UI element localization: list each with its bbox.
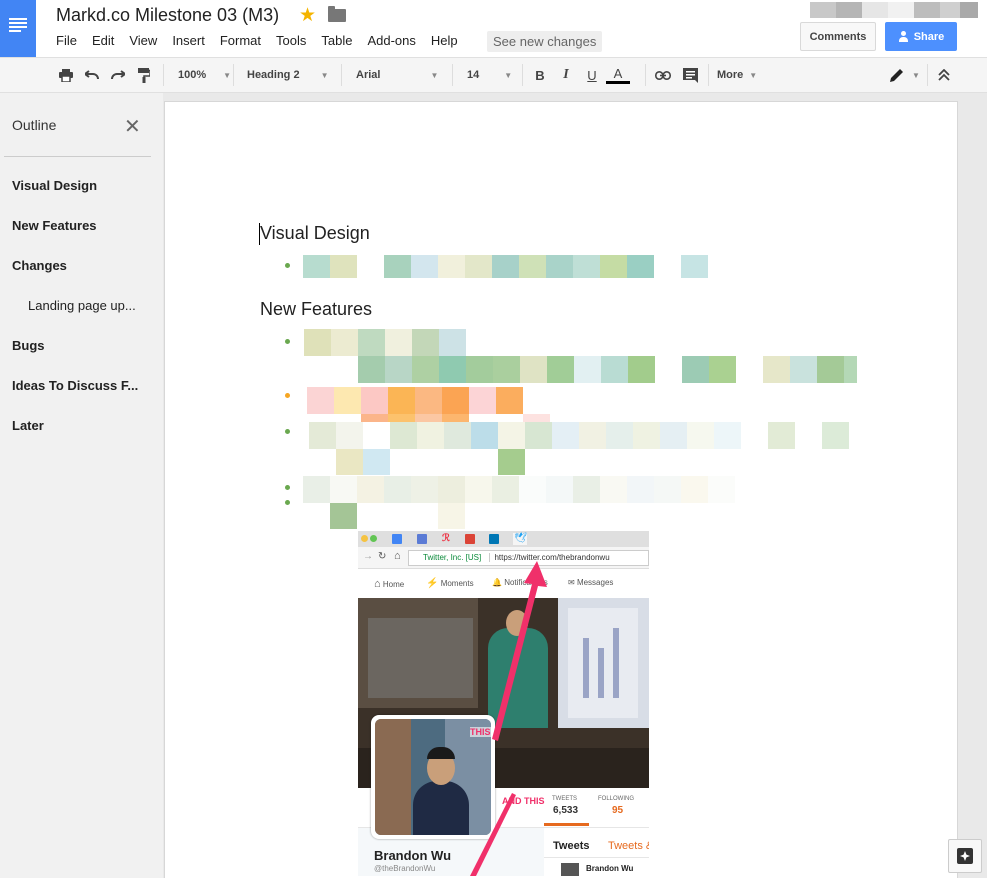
share-label: Share: [913, 30, 945, 43]
menu-insert[interactable]: Insert: [172, 33, 205, 48]
comments-button[interactable]: Comments: [800, 22, 876, 51]
collaborator-avatars: [810, 2, 978, 18]
see-new-changes-button[interactable]: See new changes: [487, 31, 603, 52]
document-outline-panel: Outline ✕ Visual Design New Features Cha…: [0, 93, 163, 878]
docs-home-icon[interactable]: [0, 0, 36, 57]
font-size-select[interactable]: 14 ▼: [467, 58, 512, 92]
zoom-value: 100%: [178, 69, 207, 81]
outline-item-later[interactable]: Later: [12, 418, 44, 433]
undo-icon[interactable]: [82, 65, 102, 85]
document-title[interactable]: Markd.co Milestone 03 (M3): [56, 5, 279, 26]
outline-item-visual-design[interactable]: Visual Design: [12, 178, 97, 193]
text-color-letter: A: [613, 66, 623, 81]
formatting-toolbar: 100% ▼ Heading 2 ▼ Arial ▼ 14 ▼ B I U A More…: [0, 57, 987, 93]
link-icon[interactable]: [653, 65, 673, 85]
underline-button[interactable]: U: [582, 65, 602, 85]
menu-table[interactable]: Table: [321, 33, 352, 48]
heading-visual-design[interactable]: Visual Design: [260, 223, 370, 244]
list-bullet: [285, 339, 290, 344]
more-menu[interactable]: More ▼: [717, 58, 757, 92]
collapse-toolbar-icon[interactable]: [934, 65, 954, 85]
explore-button[interactable]: [948, 839, 982, 873]
style-select[interactable]: Heading 2 ▼: [247, 58, 329, 92]
menu-addons[interactable]: Add-ons: [367, 33, 415, 48]
list-bullet: [285, 500, 290, 505]
pencil-icon[interactable]: [887, 65, 907, 85]
outline-item-new-features[interactable]: New Features: [12, 218, 97, 233]
heading-new-features[interactable]: New Features: [260, 299, 372, 320]
menu-file[interactable]: File: [56, 33, 77, 48]
comment-icon[interactable]: [680, 65, 700, 85]
style-value: Heading 2: [247, 69, 300, 81]
folder-icon[interactable]: [328, 6, 346, 22]
outline-divider: [4, 156, 151, 157]
menu-bar: File Edit View Insert Format Tools Table…: [56, 33, 473, 48]
list-bullet: [285, 429, 290, 434]
outline-item-bugs[interactable]: Bugs: [12, 338, 45, 353]
close-icon[interactable]: ✕: [124, 114, 141, 139]
outline-item-landing-page[interactable]: Landing page up...: [28, 298, 136, 313]
annotation-this: THIS: [470, 727, 491, 737]
font-size-value: 14: [467, 69, 480, 81]
menu-edit[interactable]: Edit: [92, 33, 114, 48]
outline-item-changes[interactable]: Changes: [12, 258, 67, 273]
share-button[interactable]: Share: [885, 22, 957, 51]
outline-item-ideas[interactable]: Ideas To Discuss F...: [12, 378, 138, 393]
outline-title: Outline: [12, 117, 57, 133]
explore-icon: [957, 848, 973, 864]
print-icon[interactable]: [56, 65, 76, 85]
menu-help[interactable]: Help: [431, 33, 458, 48]
star-icon[interactable]: ★: [299, 4, 316, 27]
menu-format[interactable]: Format: [220, 33, 261, 48]
annotation-arrows: [470, 561, 547, 876]
bold-button[interactable]: B: [530, 65, 550, 85]
list-bullet: [285, 263, 290, 268]
list-bullet: [285, 393, 290, 398]
embedded-twitter-screenshot[interactable]: ℛ 🕊 → ↻ ⌂ Twitter, Inc. [US] https://twi…: [358, 531, 649, 876]
docs-header: Markd.co Milestone 03 (M3) ★ File Edit V…: [0, 0, 987, 57]
paint-format-icon[interactable]: [134, 65, 154, 85]
annotation-and-this: AND THIS: [502, 796, 545, 806]
menu-tools[interactable]: Tools: [276, 33, 306, 48]
menu-view[interactable]: View: [129, 33, 157, 48]
list-bullet: [285, 485, 290, 490]
italic-button[interactable]: I: [556, 65, 576, 85]
editing-mode-caret[interactable]: ▼: [906, 58, 920, 92]
font-value: Arial: [356, 69, 381, 81]
text-color-button[interactable]: A: [606, 65, 630, 85]
zoom-select[interactable]: 100% ▼: [178, 58, 231, 92]
more-label: More: [717, 69, 744, 81]
font-select[interactable]: Arial ▼: [356, 58, 438, 92]
redo-icon[interactable]: [108, 65, 128, 85]
person-icon: [898, 31, 909, 42]
